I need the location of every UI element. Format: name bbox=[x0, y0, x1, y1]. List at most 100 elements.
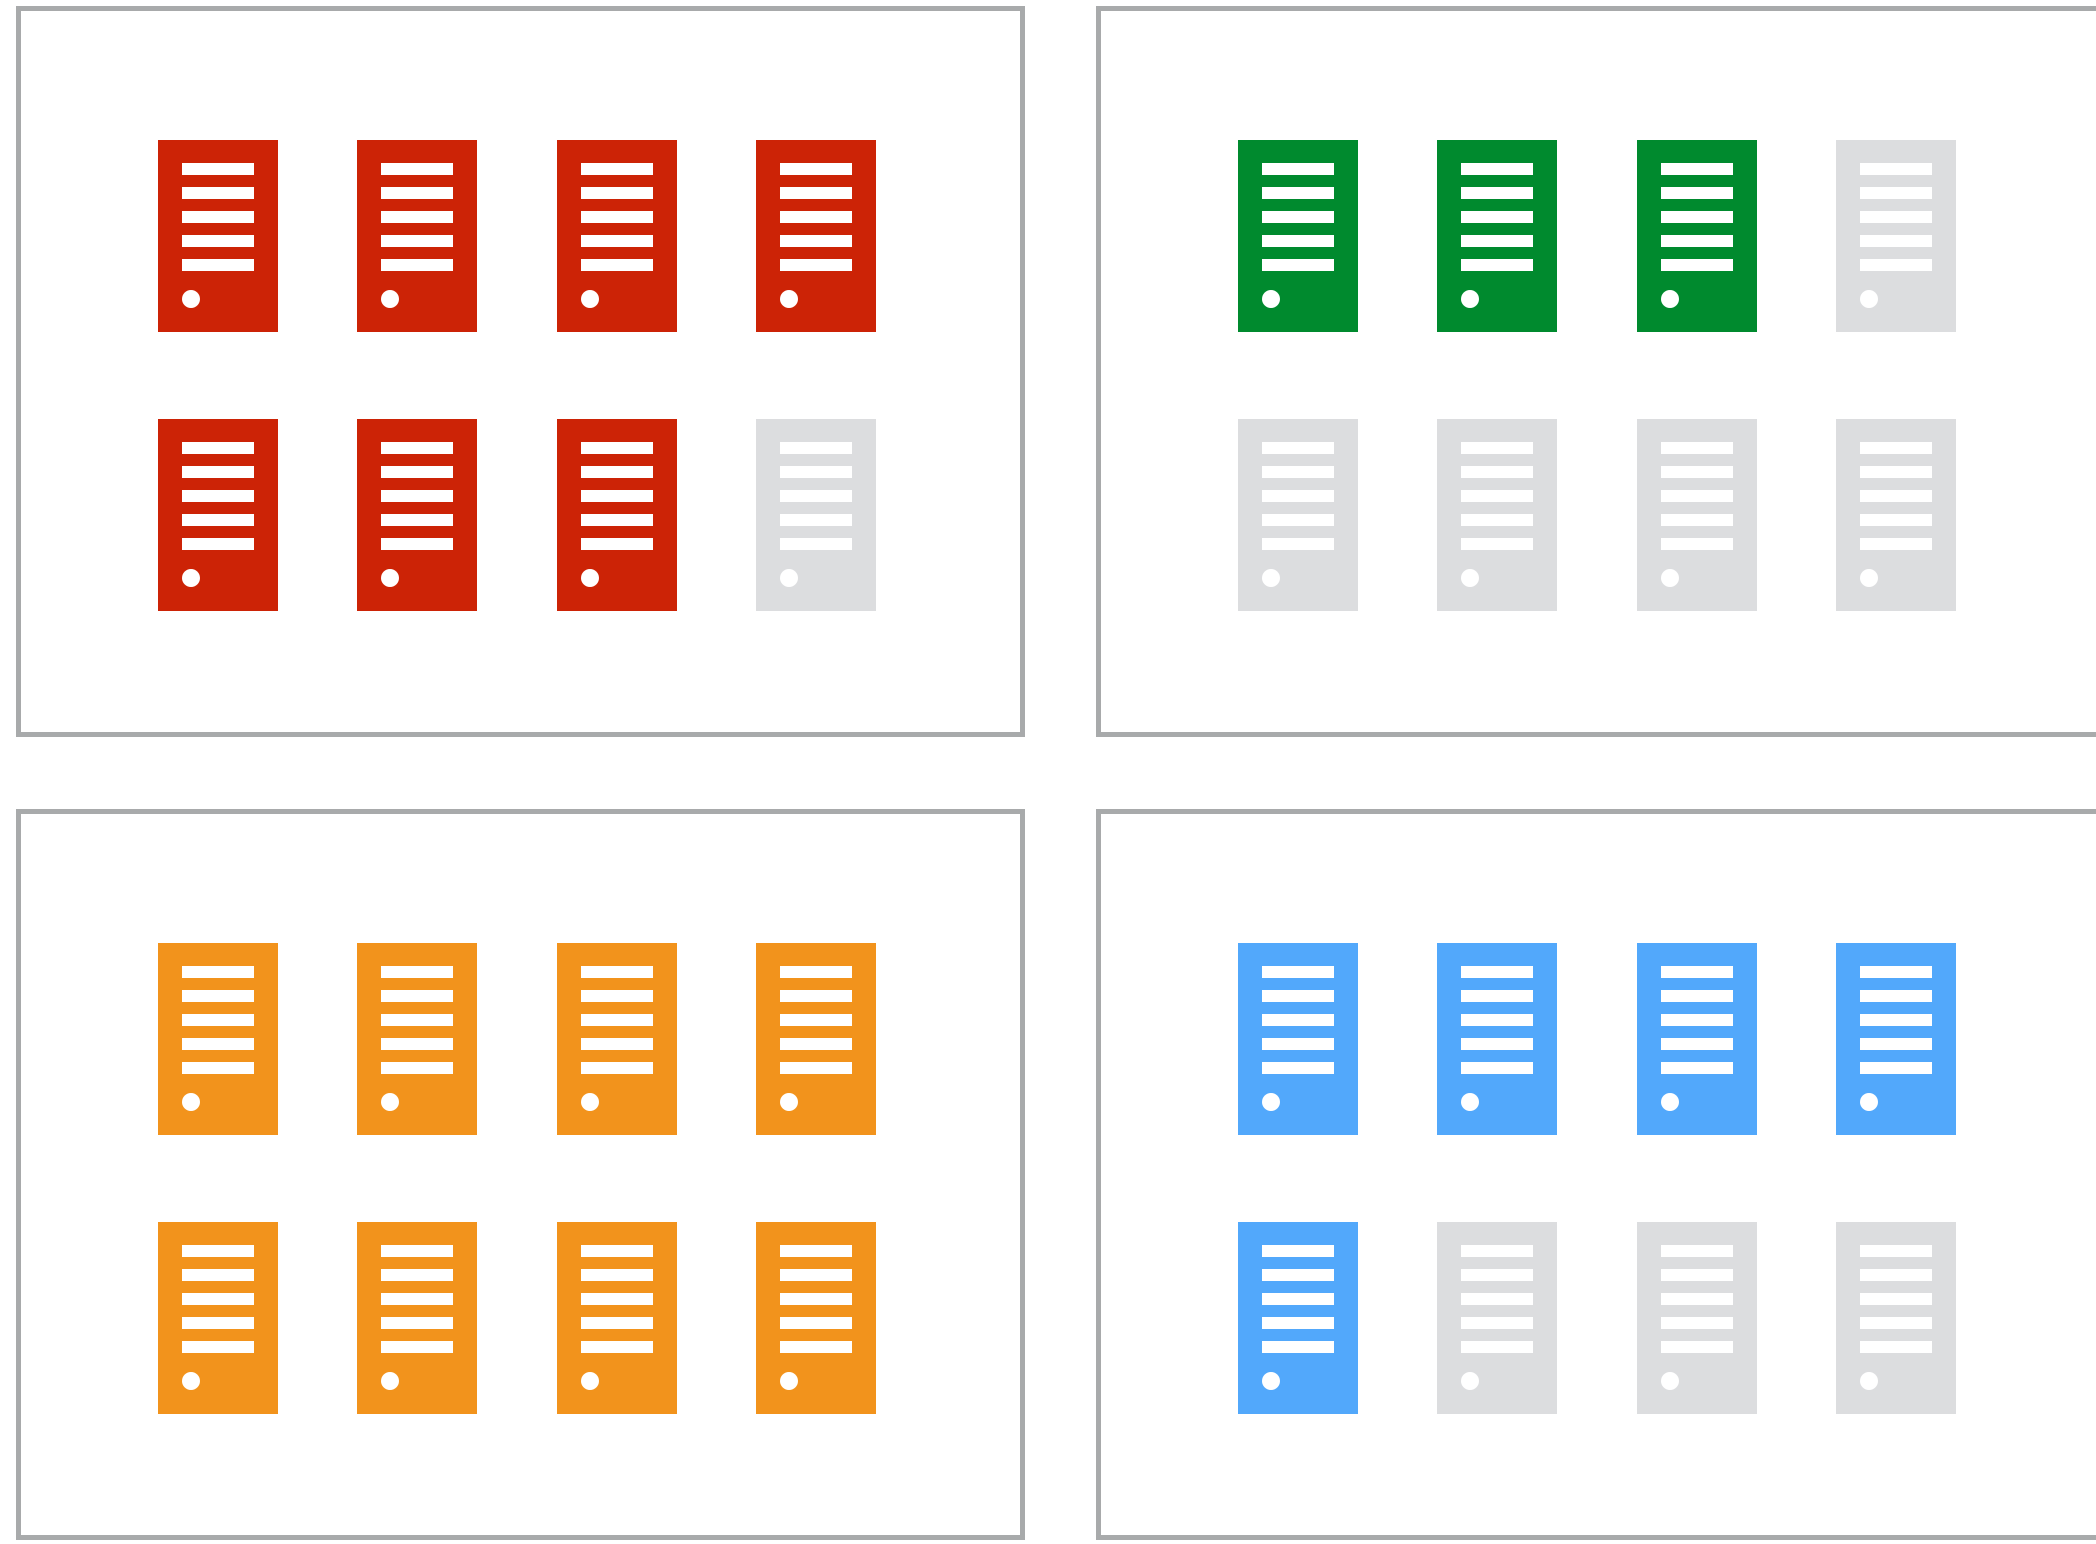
server-slot-line bbox=[1461, 163, 1533, 175]
server-slot-line bbox=[581, 466, 653, 478]
server-slot-line bbox=[581, 1269, 653, 1281]
server-slot-line bbox=[1860, 1038, 1932, 1050]
server-slot-line bbox=[1860, 1014, 1932, 1026]
server-slot-line bbox=[1860, 538, 1932, 550]
server-slot-line bbox=[1461, 211, 1533, 223]
server-slot-line bbox=[1661, 259, 1733, 271]
server-slot-line bbox=[581, 163, 653, 175]
server-slot-line bbox=[381, 163, 453, 175]
server-slot-line bbox=[581, 490, 653, 502]
server-icon bbox=[1437, 419, 1557, 611]
server-slot-line bbox=[1860, 1317, 1932, 1329]
server-slot-line bbox=[780, 490, 852, 502]
server-slot-line bbox=[1860, 1293, 1932, 1305]
server-slot-line bbox=[381, 1014, 453, 1026]
server-slot-line bbox=[1661, 211, 1733, 223]
server-icon bbox=[357, 419, 477, 611]
server-slot-line bbox=[1461, 1317, 1533, 1329]
server-power-led bbox=[1661, 1372, 1679, 1390]
server-slot-line bbox=[581, 1341, 653, 1353]
server-slot-line bbox=[1262, 1317, 1334, 1329]
server-slot-line bbox=[1661, 1317, 1733, 1329]
server-icon bbox=[1836, 140, 1956, 332]
server-icon bbox=[357, 1222, 477, 1414]
server-slot-line bbox=[1262, 538, 1334, 550]
server-icon bbox=[557, 943, 677, 1135]
server-power-led bbox=[1262, 290, 1280, 308]
server-slot-line bbox=[1661, 966, 1733, 978]
server-icon bbox=[756, 419, 876, 611]
server-power-led bbox=[1262, 1372, 1280, 1390]
server-icon bbox=[1437, 1222, 1557, 1414]
server-slot-line bbox=[1262, 442, 1334, 454]
server-slot-line bbox=[1461, 235, 1533, 247]
server-power-led bbox=[1860, 1372, 1878, 1390]
server-slot-line bbox=[581, 1293, 653, 1305]
server-icon bbox=[1836, 1222, 1956, 1414]
server-power-led bbox=[182, 1372, 200, 1390]
server-icon bbox=[1637, 943, 1757, 1135]
server-slot-line bbox=[182, 259, 254, 271]
server-icon bbox=[756, 943, 876, 1135]
server-power-led bbox=[1461, 1372, 1479, 1390]
server-slot-line bbox=[780, 1341, 852, 1353]
server-slot-line bbox=[381, 966, 453, 978]
server-slot-line bbox=[1661, 990, 1733, 1002]
server-slot-line bbox=[381, 538, 453, 550]
server-power-led bbox=[780, 569, 798, 587]
server-slot-line bbox=[1661, 1038, 1733, 1050]
server-power-led bbox=[1262, 1093, 1280, 1111]
server-icon bbox=[1238, 140, 1358, 332]
server-icon bbox=[1836, 419, 1956, 611]
server-slot-line bbox=[780, 466, 852, 478]
server-slot-line bbox=[182, 1293, 254, 1305]
server-icon bbox=[756, 140, 876, 332]
server-slot-line bbox=[182, 211, 254, 223]
server-slot-line bbox=[1262, 466, 1334, 478]
server-icon bbox=[557, 140, 677, 332]
server-slot-line bbox=[581, 211, 653, 223]
server-slot-line bbox=[1661, 187, 1733, 199]
server-slot-line bbox=[581, 1062, 653, 1074]
server-slot-line bbox=[1262, 966, 1334, 978]
server-slot-line bbox=[1461, 259, 1533, 271]
server-slot-line bbox=[1262, 1245, 1334, 1257]
server-icon bbox=[158, 140, 278, 332]
server-slot-line bbox=[780, 1062, 852, 1074]
server-slot-line bbox=[1262, 1269, 1334, 1281]
server-slot-line bbox=[182, 466, 254, 478]
server-slot-line bbox=[182, 514, 254, 526]
server-slot-line bbox=[182, 1014, 254, 1026]
server-icon bbox=[357, 140, 477, 332]
server-icon bbox=[158, 943, 278, 1135]
server-slot-line bbox=[1860, 490, 1932, 502]
server-power-led bbox=[780, 1372, 798, 1390]
blue-server-group-panel bbox=[1096, 809, 2096, 1540]
server-power-led bbox=[780, 290, 798, 308]
server-slot-line bbox=[581, 966, 653, 978]
server-power-led bbox=[1461, 569, 1479, 587]
server-slot-line bbox=[182, 1317, 254, 1329]
server-slot-line bbox=[1461, 442, 1533, 454]
server-slot-line bbox=[1461, 187, 1533, 199]
server-slot-line bbox=[780, 990, 852, 1002]
server-slot-line bbox=[1461, 1245, 1533, 1257]
server-icon bbox=[1836, 943, 1956, 1135]
server-power-led bbox=[182, 569, 200, 587]
server-slot-line bbox=[780, 235, 852, 247]
server-slot-line bbox=[780, 163, 852, 175]
server-slot-line bbox=[1860, 990, 1932, 1002]
server-power-led bbox=[1661, 1093, 1679, 1111]
server-slot-line bbox=[182, 538, 254, 550]
server-slot-line bbox=[381, 466, 453, 478]
server-slot-line bbox=[381, 490, 453, 502]
server-power-led bbox=[581, 290, 599, 308]
server-slot-line bbox=[780, 259, 852, 271]
server-slot-line bbox=[1461, 514, 1533, 526]
server-slot-line bbox=[182, 966, 254, 978]
server-power-led bbox=[1661, 569, 1679, 587]
server-power-led bbox=[1860, 1093, 1878, 1111]
server-slot-line bbox=[581, 1038, 653, 1050]
server-slot-line bbox=[1262, 211, 1334, 223]
server-slot-line bbox=[1661, 163, 1733, 175]
